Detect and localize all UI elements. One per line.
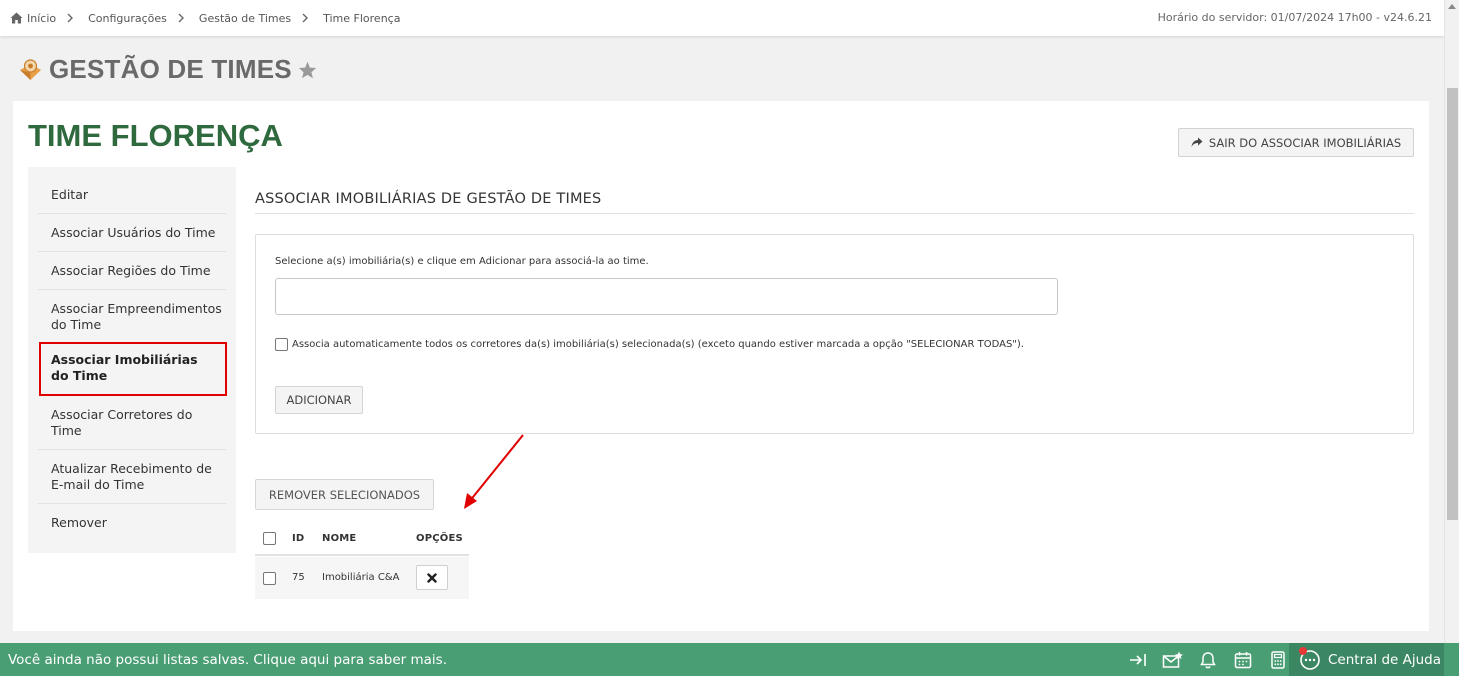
breadcrumb-item-time-florenca: Time Florença: [323, 11, 401, 25]
home-icon: [10, 12, 23, 24]
annotation-arrow-icon: [464, 434, 524, 509]
section-divider: [255, 213, 1414, 214]
page-header: GESTÃO DE TIMES: [18, 54, 317, 85]
exit-associate-label: SAIR DO ASSOCIAR IMOBILIÁRIAS: [1208, 135, 1402, 150]
chevron-right-icon: [178, 13, 188, 23]
close-icon: [427, 572, 437, 583]
row-name: Imobiliária C&A: [322, 572, 400, 583]
auto-associate-label: Associa automaticamente todos os correto…: [292, 339, 1024, 350]
menu-divider: [38, 503, 226, 504]
chevron-right-icon: [67, 13, 77, 23]
team-title: TIME FLORENÇA: [28, 118, 283, 153]
team-module-icon: [20, 58, 41, 80]
menu-item-associar-usuarios[interactable]: Associar Usuários do Time: [38, 225, 226, 241]
share-arrow-icon: [1191, 137, 1203, 147]
menu-item-atualizar-recebimento[interactable]: Atualizar Recebimento de E-mail do Time: [38, 461, 226, 493]
column-header-id: ID: [292, 533, 305, 544]
footer-bar: Você ainda não possui listas salvas. Cli…: [0, 643, 1459, 676]
associate-form: Selecione a(s) imobiliária(s) e clique e…: [255, 234, 1414, 434]
bell-icon[interactable]: [1190, 643, 1225, 676]
select-all-checkbox[interactable]: [263, 532, 276, 545]
remove-selected-button[interactable]: REMOVER SELECIONADOS: [255, 479, 434, 510]
saved-lists-message[interactable]: Você ainda não possui listas salvas. Cli…: [8, 652, 447, 668]
row-checkbox[interactable]: [263, 572, 276, 585]
scroll-up-icon[interactable]: [1448, 4, 1456, 9]
menu-item-associar-corretores[interactable]: Associar Corretores do Time: [38, 407, 226, 439]
top-bar: Início Configurações Gestão de Times Tim…: [0, 0, 1444, 36]
remove-row-button[interactable]: [416, 565, 448, 590]
column-header-nome: NOME: [322, 533, 357, 544]
chevron-right-icon: [302, 13, 312, 23]
breadcrumb-home[interactable]: Início: [10, 12, 56, 25]
exit-associate-button[interactable]: SAIR DO ASSOCIAR IMOBILIÁRIAS: [1178, 128, 1414, 157]
section-title: ASSOCIAR IMOBILIÁRIAS DE GESTÃO DE TIMES: [255, 191, 602, 207]
favorite-star-icon[interactable]: [298, 61, 317, 79]
menu-item-editar[interactable]: Editar: [38, 187, 226, 203]
auto-associate-checkbox-row[interactable]: Associa automaticamente todos os correto…: [275, 338, 1024, 351]
table-header: ID NOME OPÇÕES: [255, 524, 469, 556]
menu-divider: [38, 251, 226, 252]
breadcrumb: Início Configurações Gestão de Times Tim…: [10, 12, 400, 25]
helper-text: Selecione a(s) imobiliária(s) e clique e…: [275, 256, 649, 267]
collapse-right-icon[interactable]: [1120, 643, 1155, 676]
menu-item-associar-imobiliarias[interactable]: Associar Imobiliárias do Time: [39, 342, 227, 396]
calendar-icon[interactable]: [1225, 643, 1260, 676]
server-info: Horário do servidor: 01/07/2024 17h00 - …: [1157, 11, 1432, 24]
menu-item-associar-empreendimentos[interactable]: Associar Empreendimentos do Time: [38, 301, 226, 333]
table-row: 75 Imobiliária C&A: [255, 557, 469, 599]
row-id: 75: [292, 572, 305, 583]
scrollbar-thumb[interactable]: [1447, 88, 1458, 520]
mail-star-icon[interactable]: [1155, 643, 1190, 676]
content-card: TIME FLORENÇA SAIR DO ASSOCIAR IMOBILIÁR…: [13, 101, 1429, 631]
column-header-opcoes: OPÇÕES: [416, 533, 463, 544]
menu-divider: [38, 213, 226, 214]
menu-divider: [38, 449, 226, 450]
menu-item-remover[interactable]: Remover: [38, 515, 226, 531]
menu-divider: [38, 289, 226, 290]
add-button[interactable]: ADICIONAR: [275, 386, 363, 414]
help-center-label: Central de Ajuda: [1328, 651, 1441, 668]
vertical-scrollbar[interactable]: [1444, 0, 1459, 643]
page-title: GESTÃO DE TIMES: [49, 54, 292, 84]
auto-associate-checkbox[interactable]: [275, 338, 288, 351]
side-menu: Editar Associar Usuários do Time Associa…: [28, 167, 236, 553]
breadcrumb-item-gestao-de-times[interactable]: Gestão de Times: [199, 12, 291, 25]
footer-icons: [1120, 643, 1295, 676]
breadcrumb-item-inicio[interactable]: Início: [27, 12, 56, 25]
notification-dot: [1299, 647, 1307, 655]
menu-item-associar-regioes[interactable]: Associar Regiões do Time: [38, 263, 226, 279]
help-center-button[interactable]: Central de Ajuda: [1289, 643, 1444, 676]
real-estate-select-input[interactable]: [275, 278, 1058, 315]
breadcrumb-item-configuracoes[interactable]: Configurações: [88, 12, 167, 25]
